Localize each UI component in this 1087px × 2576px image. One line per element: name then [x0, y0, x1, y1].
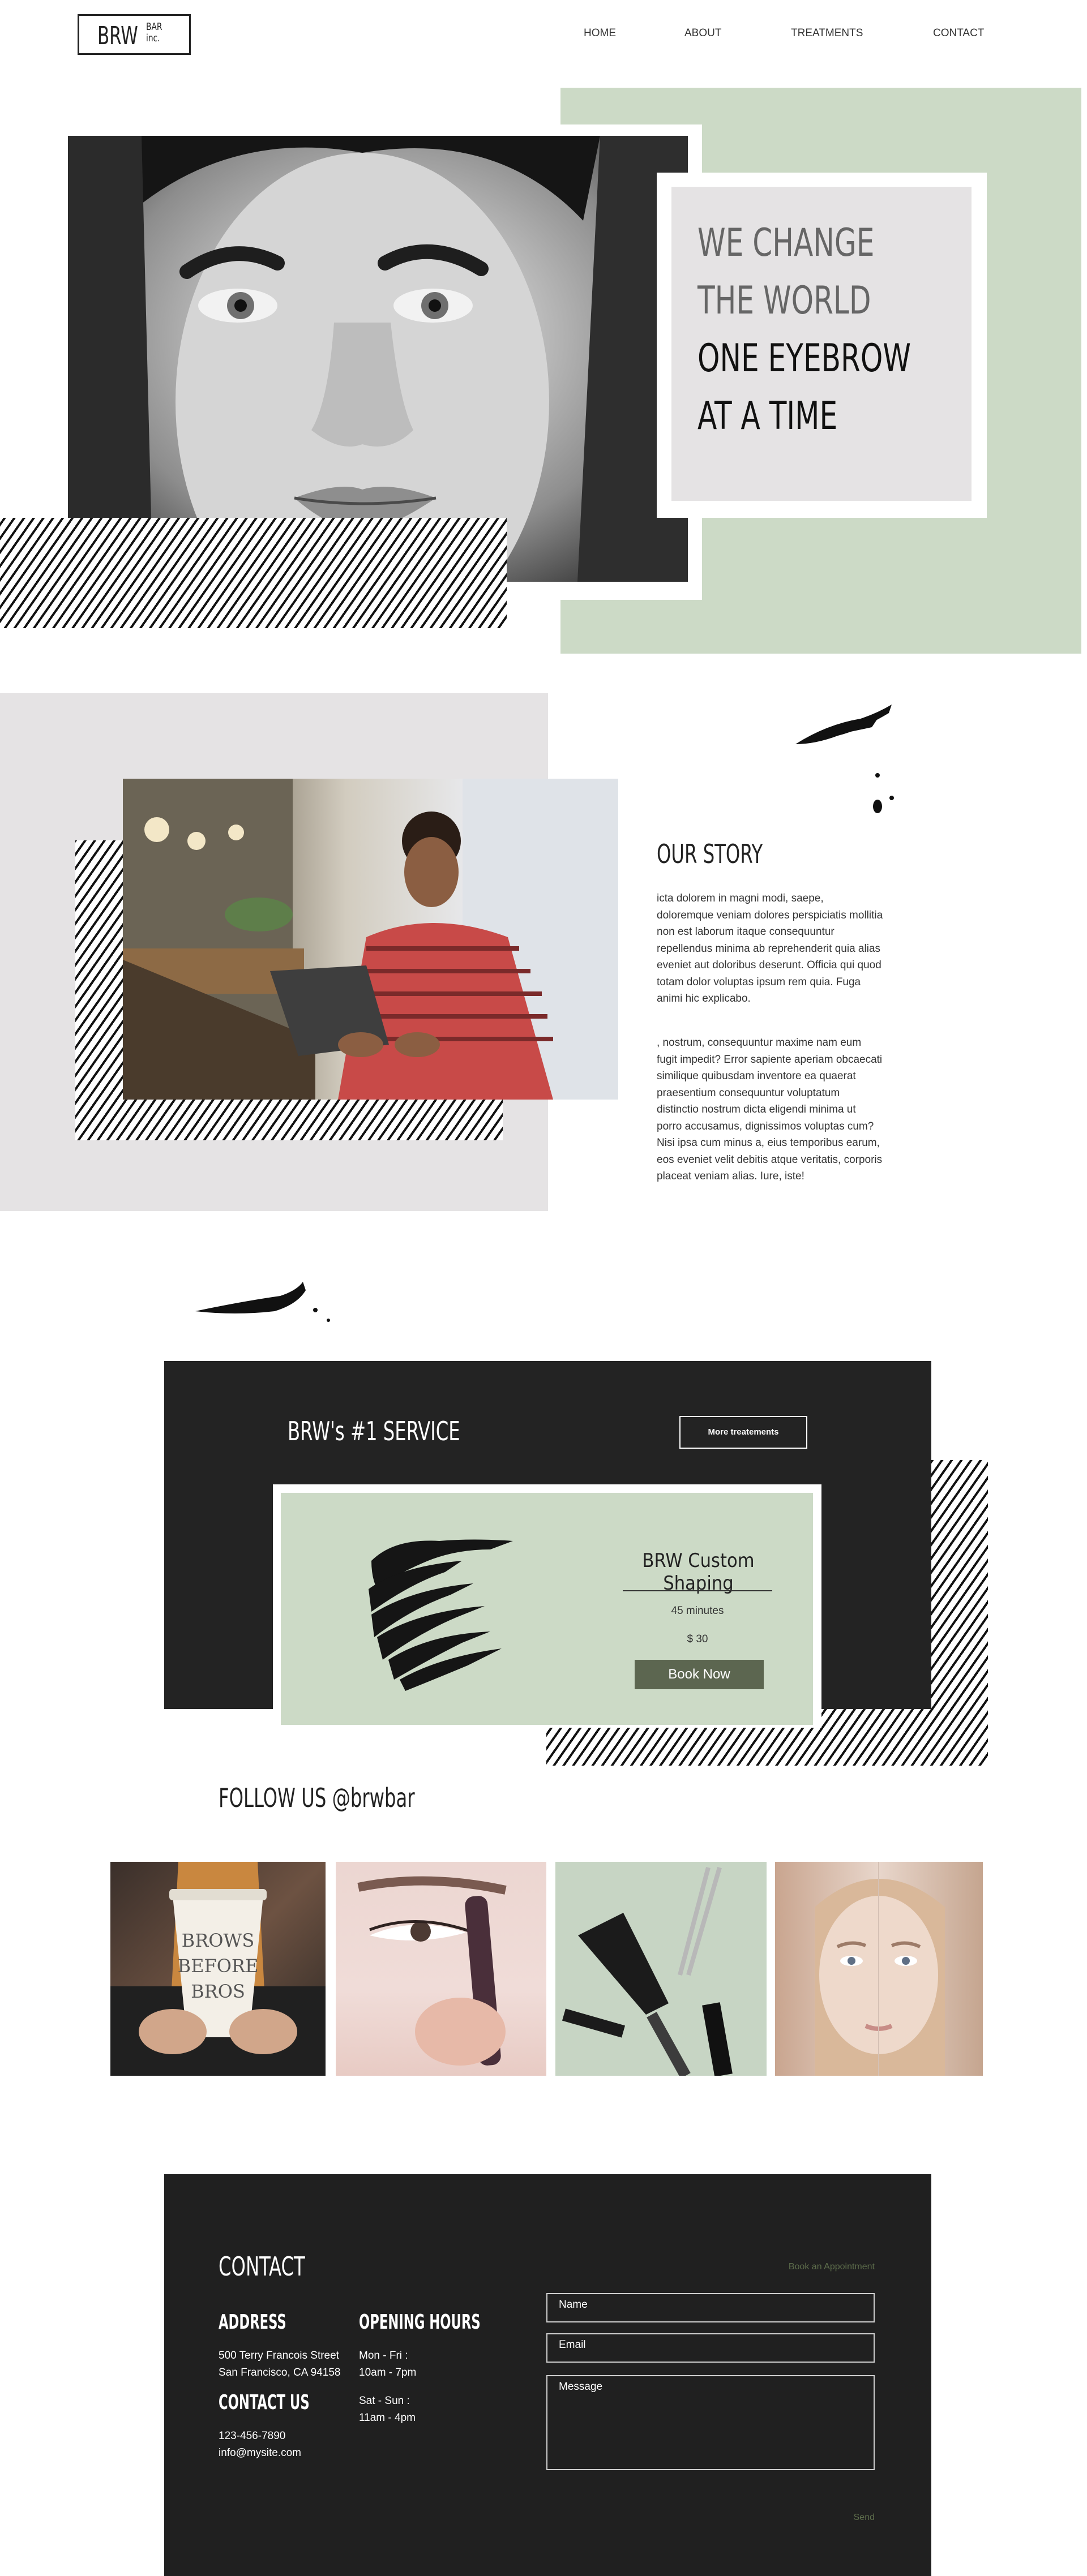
service-name: BRW Custom Shaping [642, 1549, 755, 1595]
brush-swatch-icon [369, 1539, 513, 1691]
hours-weekday-time: 10am - 7pm [359, 2367, 417, 2378]
contact-phone[interactable]: 123-456-7890 [219, 2428, 285, 2445]
book-appointment-link[interactable]: Book an Appointment [773, 2262, 875, 2272]
follow-title: FOLLOW US @brwbar [219, 1783, 415, 1813]
brush-stroke-decoration [795, 705, 894, 813]
gallery-image-brow-pencil[interactable] [336, 1862, 546, 2076]
hours-weekday-days: Mon - Fri : [359, 2350, 408, 2362]
story-paragraph-1: icta dolorem in magni modi, saepe, dolor… [657, 892, 883, 1004]
address-heading: ADDRESS [219, 2311, 286, 2334]
hero-line-1: WE CHANGE [697, 221, 875, 265]
email-field[interactable]: Email [546, 2333, 875, 2363]
logo[interactable]: BRW BAR inc. [78, 14, 191, 55]
service-card: BRW Custom Shaping 45 minutes $ 30 Book … [281, 1493, 813, 1725]
hours-weekend-time: 11am - 4pm [359, 2412, 416, 2424]
contact-email[interactable]: info@mysite.com [219, 2445, 301, 2462]
message-field[interactable]: Message [546, 2375, 875, 2470]
brush-stroke-small-decoration [195, 1282, 330, 1322]
send-button[interactable]: Send [818, 2513, 875, 2523]
gallery-image-coffee-cup[interactable]: BROWS BEFORE BROS [110, 1862, 326, 2076]
service-section-title: BRW's #1 SERVICE [288, 1416, 460, 1446]
address-line-1: 500 Terry Francois Street [219, 2350, 339, 2362]
hero-stripe-pattern [0, 518, 507, 628]
logo-main-text: BRW [97, 22, 138, 50]
address-line-2: San Francisco, CA 94158 [219, 2367, 341, 2378]
logo-sub-line-2: inc. [146, 32, 160, 44]
story-title: OUR STORY [657, 839, 763, 869]
hours-weekend-days: Sat - Sun : [359, 2395, 410, 2407]
opening-hours-heading: OPENING HOURS [359, 2311, 481, 2334]
cup-text-2: BEFORE [178, 1955, 259, 1977]
service-divider [623, 1590, 772, 1591]
hero-line-2: THE WORLD [697, 278, 871, 323]
story-paragraph-2: , nostrum, consequuntur maxime nam eum f… [657, 1037, 883, 1182]
cup-text-1: BROWS [182, 1930, 255, 1951]
book-now-button[interactable]: Book Now [635, 1660, 764, 1689]
logo-sub-line-1: BAR [146, 21, 162, 33]
cup-text-3: BROS [191, 1981, 245, 2002]
contact-us-heading: CONTACT US [219, 2391, 310, 2414]
nav-treatments[interactable]: TREATMENTS [791, 27, 863, 40]
name-field[interactable]: Name [546, 2293, 875, 2322]
gallery-image-face[interactable] [775, 1862, 983, 2076]
logo-sub-text: BAR inc. [146, 22, 162, 44]
contact-title: CONTACT [219, 2251, 305, 2282]
service-duration: 45 minutes [671, 1605, 724, 1617]
hero-portrait-image [68, 136, 688, 582]
service-price: $ 30 [687, 1633, 708, 1645]
nav-home[interactable]: HOME [584, 27, 616, 40]
story-woman-tablet-image [123, 779, 618, 1100]
nav-about[interactable]: ABOUT [684, 27, 721, 40]
hero-line-3: ONE EYEBROW [697, 336, 911, 381]
hero-tagline-card: WE CHANGE THE WORLD ONE EYEBROW AT A TIM… [671, 187, 972, 501]
nav-contact[interactable]: CONTACT [933, 27, 984, 40]
more-treatments-button[interactable]: More treatements [679, 1416, 807, 1449]
gallery-image-brushes[interactable] [555, 1862, 767, 2076]
hero-line-4: AT A TIME [697, 394, 838, 439]
